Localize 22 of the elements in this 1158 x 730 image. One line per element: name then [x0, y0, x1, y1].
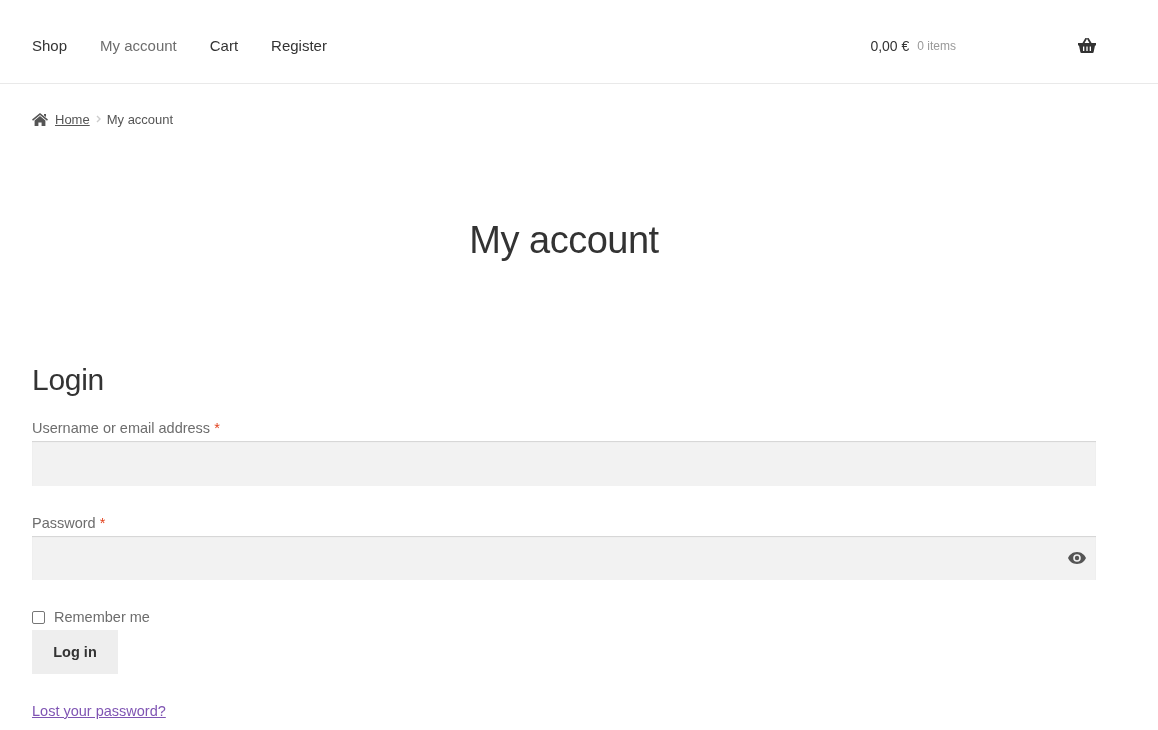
nav-link[interactable]: My account	[100, 36, 177, 56]
login-button[interactable]: Log in	[32, 630, 118, 674]
field-label: Password *	[32, 514, 106, 533]
home-icon	[32, 112, 48, 126]
remember-me-label: Remember me	[54, 609, 150, 625]
cart-total[interactable]: 0,00 €	[870, 38, 910, 54]
remember-checkbox[interactable]	[32, 610, 45, 624]
password-field[interactable]	[32, 536, 1096, 580]
field-label: Username or email address *	[32, 419, 220, 438]
nav-link[interactable]: Shop	[32, 36, 68, 56]
basket-icon[interactable]	[1078, 37, 1096, 53]
breadcrumb-current: My account	[106, 111, 174, 127]
cart-item-count: 0 items	[917, 39, 956, 53]
nav-link[interactable]: Cart	[209, 36, 239, 56]
eye-icon[interactable]	[1068, 552, 1086, 564]
nav-link[interactable]: Register	[271, 36, 327, 56]
lost-password-link[interactable]: Lost your password?	[32, 703, 166, 719]
page-title: My account	[468, 218, 660, 263]
login-heading: Login	[32, 362, 105, 398]
username-field[interactable]	[32, 441, 1096, 486]
breadcrumb-link[interactable]: Home	[55, 111, 90, 127]
chevron-icon	[95, 115, 101, 123]
